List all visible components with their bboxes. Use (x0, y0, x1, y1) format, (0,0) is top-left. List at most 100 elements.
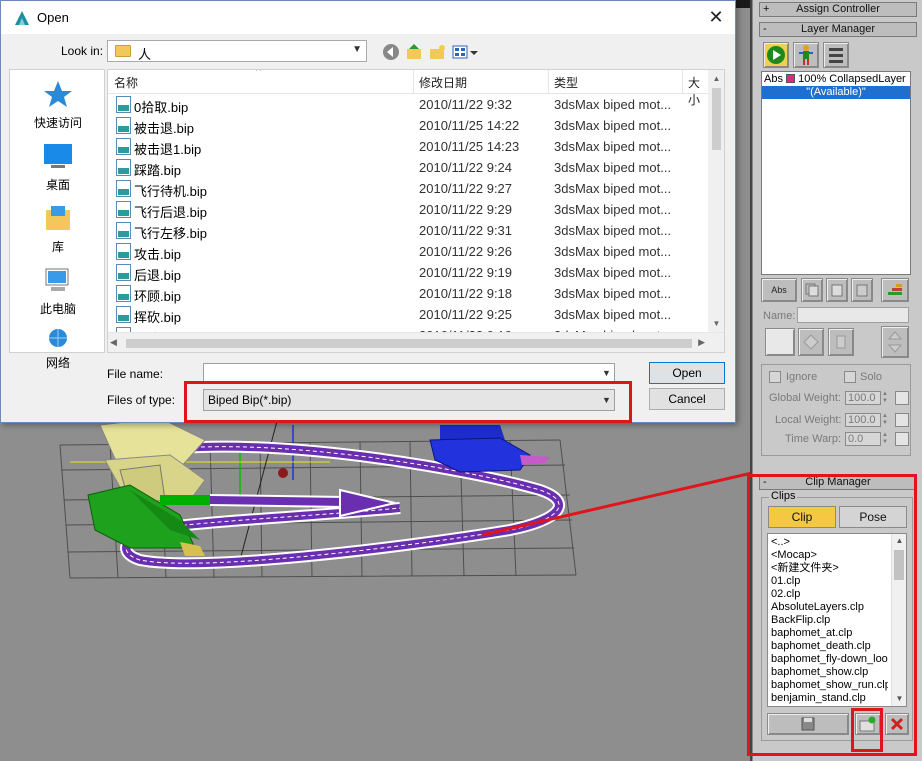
scroll-up-icon[interactable]: ▲ (892, 534, 906, 548)
place-library[interactable]: 库 (10, 204, 106, 255)
clip-item[interactable]: baphomet_show.clp (771, 666, 888, 679)
clip-manager-rollout[interactable]: - Clip Manager (759, 475, 917, 490)
layer-bars-button[interactable] (881, 278, 909, 302)
scroll-thumb[interactable] (712, 88, 721, 150)
key-button[interactable] (828, 328, 854, 356)
layer-list-button[interactable] (823, 42, 849, 68)
file-row[interactable]: 环顾.bip 2010/11/22 9:18 3dsMax biped mot... (108, 283, 708, 304)
clip-item[interactable]: 01.clp (771, 575, 888, 588)
up-folder-icon[interactable] (405, 43, 423, 61)
scroll-down-icon[interactable]: ▼ (892, 692, 906, 706)
clip-item[interactable]: chloe_run.clp (771, 705, 888, 706)
file-list[interactable]: 名称 ^ 修改日期 类型 大小 0拾取.bip 2010/11/22 9:32 3d… (107, 69, 725, 353)
file-row[interactable]: 0拾取.bip 2010/11/22 9:32 3dsMax biped mot..… (108, 94, 708, 115)
delete-clip-button[interactable] (885, 713, 909, 735)
file-row[interactable]: 后退.bip 2010/11/22 9:19 3dsMax biped mot... (108, 262, 708, 283)
look-in-select[interactable]: 人 ▼ (107, 40, 367, 62)
scroll-down-icon[interactable]: ▼ (708, 319, 724, 328)
clip-item[interactable]: baphomet_at.clp (771, 627, 888, 640)
place-this-pc[interactable]: 此电脑 (10, 266, 106, 317)
column-type[interactable]: 类型 (554, 74, 578, 91)
place-desktop[interactable]: 桌面 (10, 142, 106, 193)
ignore-checkbox[interactable] (769, 371, 781, 383)
solo-checkbox[interactable] (844, 371, 856, 383)
biped-layer-button[interactable] (793, 42, 819, 68)
clipboard-layer-button[interactable] (851, 278, 873, 302)
tab-clip[interactable]: Clip (768, 506, 836, 528)
open-dialog: Open ✕ Look in: 人 ▼ 快速访问 桌面 库 此电脑 网络 名称 … (0, 0, 736, 423)
place-network[interactable]: 网络 (10, 328, 106, 371)
paste-layer-button[interactable] (826, 278, 848, 302)
move-layer-button[interactable] (881, 326, 909, 358)
file-row[interactable]: 攻击.bip 2010/11/22 9:26 3dsMax biped mot... (108, 241, 708, 262)
file-modified: 2010/11/22 9:18 (419, 286, 513, 301)
scroll-thumb[interactable] (894, 550, 904, 580)
clip-item[interactable]: baphomet_death.clp (771, 640, 888, 653)
file-row[interactable]: 被击退.bip 2010/11/25 14:22 3dsMax biped mot.… (108, 115, 708, 136)
file-row[interactable]: 被击退1.bip 2010/11/25 14:23 3dsMax biped mot… (108, 136, 708, 157)
abs-layer-button[interactable]: Abs (761, 278, 797, 302)
clip-item[interactable]: <..> (771, 536, 888, 549)
layer-color-button[interactable] (765, 328, 795, 356)
file-modified: 2010/11/22 9:27 (419, 181, 513, 196)
computer-icon (43, 266, 73, 294)
scroll-left-icon[interactable]: ◀ (110, 337, 117, 348)
curve-icon[interactable] (895, 432, 909, 446)
chevron-down-icon[interactable]: ▼ (602, 368, 611, 378)
clip-item[interactable]: <Mocap> (771, 549, 888, 562)
file-list-vscrollbar[interactable]: ▲ ▼ (708, 70, 724, 332)
spinner-arrows-icon[interactable]: ▲ ▼ (882, 391, 892, 405)
place-quick-access[interactable]: 快速访问 (10, 80, 106, 131)
view-menu-icon[interactable] (452, 43, 480, 61)
layer-row-available[interactable]: "(Available)" (762, 86, 910, 99)
layer-manager-rollout[interactable]: - Layer Manager (759, 22, 917, 37)
bip-file-icon (116, 180, 131, 197)
open-button[interactable]: Open (649, 362, 725, 384)
layer-name-field[interactable] (797, 307, 909, 323)
file-row[interactable]: 踩踏.bip 2010/11/22 9:24 3dsMax biped mot... (108, 157, 708, 178)
scroll-thumb[interactable] (126, 339, 692, 348)
column-name[interactable]: 名称 (114, 74, 138, 91)
scroll-up-icon[interactable]: ▲ (708, 74, 724, 83)
clip-item[interactable]: benjamin_stand.clp (771, 692, 888, 705)
tab-pose[interactable]: Pose (839, 506, 907, 528)
play-layer-button[interactable] (763, 42, 789, 68)
time-warp-spinner[interactable]: 0.0 (845, 432, 881, 446)
save-clip-button[interactable] (767, 713, 849, 735)
open-clip-button[interactable] (855, 713, 881, 735)
layer-list[interactable]: Abs 100% CollapsedLayer "(Available)" (761, 71, 911, 275)
file-name-input[interactable] (203, 363, 615, 383)
curve-icon[interactable] (895, 413, 909, 427)
clip-item[interactable]: 02.clp (771, 588, 888, 601)
clip-item[interactable]: AbsoluteLayers.clp (771, 601, 888, 614)
files-of-type-select[interactable]: Biped Bip(*.bip) (203, 389, 615, 411)
new-folder-icon[interactable] (428, 43, 446, 61)
local-weight-spinner[interactable]: 100.0 (845, 413, 881, 427)
scroll-right-icon[interactable]: ▶ (698, 337, 705, 348)
layer-row-collapsed[interactable]: Abs 100% CollapsedLayer (762, 72, 910, 86)
back-icon[interactable] (382, 43, 400, 61)
file-row[interactable]: 挥砍.bip 2010/11/22 9:25 3dsMax biped mot... (108, 304, 708, 325)
chevron-down-icon[interactable]: ▼ (602, 395, 611, 405)
dialog-titlebar[interactable]: Open ✕ (1, 1, 735, 34)
snap-button[interactable] (798, 328, 824, 356)
cancel-button[interactable]: Cancel (649, 388, 725, 410)
file-list-hscrollbar[interactable]: ◀ ▶ (108, 332, 724, 352)
assign-controller-rollout[interactable]: + Assign Controller (759, 2, 917, 17)
spinner-arrows-icon[interactable]: ▲ ▼ (882, 432, 892, 446)
file-row[interactable]: 飞行后退.bip 2010/11/22 9:29 3dsMax biped mot.… (108, 199, 708, 220)
clip-item[interactable]: BackFlip.clp (771, 614, 888, 627)
curve-icon[interactable] (895, 391, 909, 405)
spinner-arrows-icon[interactable]: ▲ ▼ (882, 413, 892, 427)
clip-list[interactable]: <..> <Mocap> <新建文件夹> 01.clp 02.clp AbsoluteLa… (767, 533, 907, 707)
close-icon[interactable]: ✕ (705, 6, 727, 28)
global-weight-spinner[interactable]: 100.0 (845, 391, 881, 405)
file-row[interactable]: 飞行左移.bip 2010/11/22 9:31 3dsMax biped mot.… (108, 220, 708, 241)
copy-layer-button[interactable] (801, 278, 823, 302)
clip-item[interactable]: <新建文件夹> (771, 562, 888, 575)
column-modified[interactable]: 修改日期 (419, 74, 467, 91)
clip-item[interactable]: baphomet_fly-down_loop (771, 653, 888, 666)
clip-list-scrollbar[interactable]: ▲ ▼ (891, 534, 906, 706)
clip-item[interactable]: baphomet_show_run.clp (771, 679, 888, 692)
file-row[interactable]: 飞行待机.bip 2010/11/22 9:27 3dsMax biped mot.… (108, 178, 708, 199)
